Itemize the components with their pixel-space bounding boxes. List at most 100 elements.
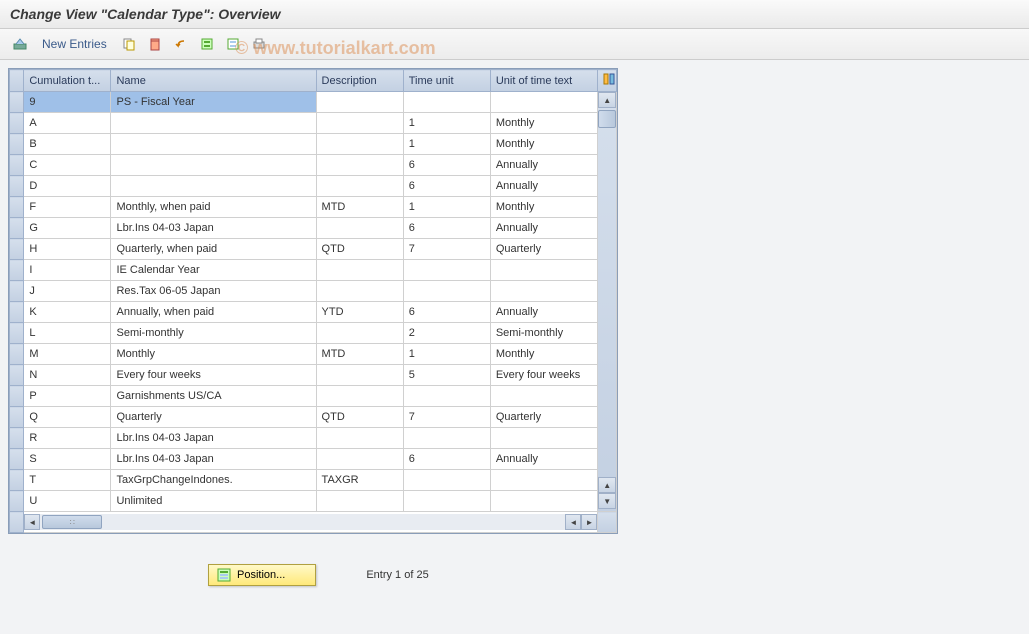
cell-unit-text[interactable]: Monthly bbox=[490, 134, 598, 155]
cell-unit-text[interactable] bbox=[490, 428, 598, 449]
table-row[interactable]: C 6 Annually bbox=[10, 155, 617, 176]
cell-unit-text[interactable]: Annually bbox=[490, 449, 598, 470]
cell-description[interactable] bbox=[316, 92, 403, 113]
hscroll-track[interactable]: ◄ ∷ ◄ ► bbox=[24, 514, 597, 530]
new-entries-button[interactable]: New Entries bbox=[36, 35, 113, 53]
cell-description[interactable] bbox=[316, 155, 403, 176]
cell-cumulation[interactable]: L bbox=[24, 323, 111, 344]
cell-time-unit[interactable]: 1 bbox=[403, 113, 490, 134]
cell-cumulation[interactable]: G bbox=[24, 218, 111, 239]
cell-cumulation[interactable]: C bbox=[24, 155, 111, 176]
cell-description[interactable]: TAXGR bbox=[316, 470, 403, 491]
hscroll-left[interactable]: ◄ bbox=[24, 514, 40, 530]
cell-time-unit[interactable]: 7 bbox=[403, 407, 490, 428]
cell-description[interactable]: MTD bbox=[316, 197, 403, 218]
col-cumulation[interactable]: Cumulation t... bbox=[24, 70, 111, 92]
cell-time-unit[interactable]: 6 bbox=[403, 155, 490, 176]
cell-description[interactable] bbox=[316, 323, 403, 344]
cell-time-unit[interactable] bbox=[403, 470, 490, 491]
table-row[interactable]: J Res.Tax 06-05 Japan bbox=[10, 281, 617, 302]
row-selector[interactable] bbox=[10, 155, 24, 176]
table-row[interactable]: F Monthly, when paid MTD 1 Monthly bbox=[10, 197, 617, 218]
table-row[interactable]: M Monthly MTD 1 Monthly bbox=[10, 344, 617, 365]
row-selector[interactable] bbox=[10, 281, 24, 302]
cell-description[interactable] bbox=[316, 428, 403, 449]
cell-cumulation[interactable]: N bbox=[24, 365, 111, 386]
cell-description[interactable] bbox=[316, 113, 403, 134]
cell-time-unit[interactable]: 1 bbox=[403, 197, 490, 218]
cell-description[interactable] bbox=[316, 260, 403, 281]
cell-name[interactable] bbox=[111, 176, 316, 197]
cell-time-unit[interactable] bbox=[403, 491, 490, 512]
deselect-all-icon[interactable] bbox=[223, 34, 243, 54]
cell-name[interactable]: Every four weeks bbox=[111, 365, 316, 386]
cell-name[interactable]: Quarterly bbox=[111, 407, 316, 428]
row-selector[interactable] bbox=[10, 197, 24, 218]
row-selector[interactable] bbox=[10, 260, 24, 281]
cell-description[interactable]: QTD bbox=[316, 239, 403, 260]
cell-time-unit[interactable]: 2 bbox=[403, 323, 490, 344]
cell-cumulation[interactable]: M bbox=[24, 344, 111, 365]
col-description[interactable]: Description bbox=[316, 70, 403, 92]
cell-unit-text[interactable] bbox=[490, 260, 598, 281]
row-selector[interactable] bbox=[10, 491, 24, 512]
cell-cumulation[interactable]: D bbox=[24, 176, 111, 197]
cell-name[interactable]: IE Calendar Year bbox=[111, 260, 316, 281]
cell-unit-text[interactable] bbox=[490, 281, 598, 302]
cell-cumulation[interactable]: U bbox=[24, 491, 111, 512]
cell-description[interactable] bbox=[316, 491, 403, 512]
cell-name[interactable] bbox=[111, 113, 316, 134]
cell-description[interactable] bbox=[316, 281, 403, 302]
cell-unit-text[interactable]: Every four weeks bbox=[490, 365, 598, 386]
config-column-icon[interactable] bbox=[598, 70, 617, 92]
table-row[interactable]: 9 PS - Fiscal Year ▲ ▲ ▼ bbox=[10, 92, 617, 113]
col-time-unit[interactable]: Time unit bbox=[403, 70, 490, 92]
cell-unit-text[interactable]: Annually bbox=[490, 218, 598, 239]
table-row[interactable]: K Annually, when paid YTD 6 Annually bbox=[10, 302, 617, 323]
col-unit-text[interactable]: Unit of time text bbox=[490, 70, 598, 92]
cell-time-unit[interactable]: 6 bbox=[403, 218, 490, 239]
row-selector[interactable] bbox=[10, 113, 24, 134]
table-row[interactable]: P Garnishments US/CA bbox=[10, 386, 617, 407]
cell-description[interactable] bbox=[316, 365, 403, 386]
cell-name[interactable]: Garnishments US/CA bbox=[111, 386, 316, 407]
col-name[interactable]: Name bbox=[111, 70, 316, 92]
cell-unit-text[interactable]: Monthly bbox=[490, 197, 598, 218]
cell-time-unit[interactable]: 5 bbox=[403, 365, 490, 386]
cell-cumulation[interactable]: I bbox=[24, 260, 111, 281]
hscroll-right[interactable]: ◄ bbox=[565, 514, 581, 530]
cell-name[interactable]: Lbr.Ins 04-03 Japan bbox=[111, 449, 316, 470]
cell-cumulation[interactable]: P bbox=[24, 386, 111, 407]
row-selector[interactable] bbox=[10, 470, 24, 491]
cell-unit-text[interactable] bbox=[490, 470, 598, 491]
cell-unit-text[interactable]: Quarterly bbox=[490, 239, 598, 260]
cell-name[interactable]: PS - Fiscal Year bbox=[111, 92, 316, 113]
cell-name[interactable] bbox=[111, 155, 316, 176]
cell-name[interactable]: Monthly, when paid bbox=[111, 197, 316, 218]
cell-cumulation[interactable]: A bbox=[24, 113, 111, 134]
cell-name[interactable]: Semi-monthly bbox=[111, 323, 316, 344]
row-selector[interactable] bbox=[10, 407, 24, 428]
cell-time-unit[interactable] bbox=[403, 260, 490, 281]
table-row[interactable]: T TaxGrpChangeIndones. TAXGR bbox=[10, 470, 617, 491]
delete-icon[interactable] bbox=[145, 34, 165, 54]
cell-cumulation[interactable]: R bbox=[24, 428, 111, 449]
position-button[interactable]: Position... bbox=[208, 564, 316, 586]
row-selector[interactable] bbox=[10, 323, 24, 344]
cell-time-unit[interactable]: 6 bbox=[403, 176, 490, 197]
table-row[interactable]: U Unlimited bbox=[10, 491, 617, 512]
row-selector[interactable] bbox=[10, 365, 24, 386]
cell-time-unit[interactable]: 7 bbox=[403, 239, 490, 260]
vscroll-up[interactable]: ▲ bbox=[598, 92, 616, 108]
cell-description[interactable] bbox=[316, 386, 403, 407]
cell-unit-text[interactable] bbox=[490, 491, 598, 512]
cell-name[interactable]: Quarterly, when paid bbox=[111, 239, 316, 260]
row-selector[interactable] bbox=[10, 449, 24, 470]
cell-cumulation[interactable]: 9 bbox=[24, 92, 111, 113]
row-selector[interactable] bbox=[10, 428, 24, 449]
cell-unit-text[interactable]: Quarterly bbox=[490, 407, 598, 428]
table-row[interactable]: Q Quarterly QTD 7 Quarterly bbox=[10, 407, 617, 428]
cell-cumulation[interactable]: F bbox=[24, 197, 111, 218]
cell-cumulation[interactable]: B bbox=[24, 134, 111, 155]
cell-name[interactable]: Lbr.Ins 04-03 Japan bbox=[111, 428, 316, 449]
